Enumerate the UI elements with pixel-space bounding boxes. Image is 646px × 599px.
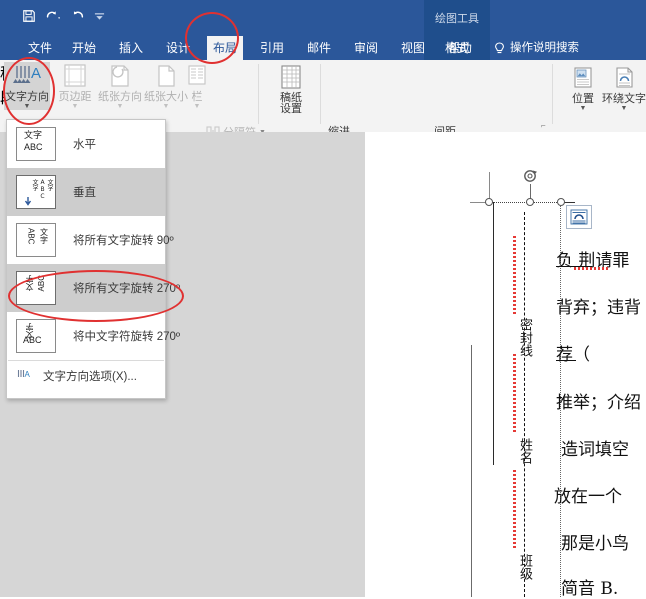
spell-error-squiggle [574,267,608,270]
title-bar: 绘图工具 [0,0,646,36]
menu-item-horizontal[interactable]: 文字 ABC 水平 [7,120,165,168]
resize-handle-top-center[interactable] [526,198,534,206]
sealing-dashed-line [524,212,525,597]
rotate-handle-icon[interactable] [522,167,540,185]
paper-size-icon [151,62,181,90]
columns-icon [182,62,212,90]
manuscript-settings-button[interactable]: 稿纸 设置 [266,64,316,115]
document-page[interactable]: 密封线 姓名 班级 负 荆请罪 背弃；违背 荐（ 推举；介绍 造词填空 放在一个… [365,132,646,599]
tell-me-label: 操作说明搜索 [510,42,579,54]
tab-view[interactable]: 视图 [395,36,431,60]
annotation-ellipse-layout-tab [185,12,239,64]
wrap-text-button[interactable]: 环绕文字 ▼ [602,64,646,112]
save-icon[interactable] [22,9,36,23]
ribbon-divider [258,64,259,124]
chevron-down-icon[interactable]: ▼ [163,103,170,110]
orientation-button[interactable]: 纸张方向 ▼ [97,62,143,110]
doc-line: 背弃；违背 [556,298,641,318]
layout-options-icon[interactable] [566,205,592,229]
chevron-down-icon[interactable]: ▼ [621,105,628,112]
margins-label: 页边距 [58,91,92,103]
quick-access-toolbar [22,9,105,23]
annotation-ellipse-rotate-270-item [8,270,184,322]
text-direction-options-icon: A [17,367,31,386]
annotation-ellipse-text-direction-button [3,57,55,125]
wrap-text-icon [609,64,639,92]
position-button[interactable]: 位置 ▼ [566,64,600,112]
spell-error-squiggle [513,470,516,548]
tab-references[interactable]: 引用 [254,36,290,60]
redo-icon[interactable] [71,9,85,23]
orientation-label: 纸张方向 [98,91,142,103]
shape-vertical-label-3: 班级 [517,554,532,580]
menu-item-vertical-label: 垂直 [73,187,96,199]
tell-me-box[interactable]: 操作说明搜索 [494,36,579,60]
position-icon [568,64,598,92]
doc-line: 荐（ [556,345,590,365]
resize-handle-top-right[interactable] [557,198,565,206]
chevron-down-icon[interactable]: ▼ [72,103,79,110]
ribbon-tab-strip: 格式 文件 开始 插入 设计 布局 引用 邮件 审阅 视图 帮助 操作说明搜索 [0,36,646,60]
columns-label: 栏 [191,91,203,103]
tab-insert[interactable]: 插入 [113,36,149,60]
tab-review[interactable]: 审阅 [348,36,384,60]
margins-button[interactable]: 页边距 ▼ [52,62,98,110]
tab-mailings[interactable]: 邮件 [301,36,337,60]
orientation-icon [105,62,135,90]
menu-item-text-direction-options-label: 文字方向选项(X)... [43,371,137,383]
undo-icon[interactable] [45,9,62,23]
menu-item-rotate-all-90[interactable]: 文字 ABC 将所有文字旋转 90º [7,216,174,264]
grid-paper-icon [276,64,306,92]
tab-home[interactable]: 开始 [66,36,102,60]
lightbulb-icon [494,41,505,55]
ribbon-divider [552,64,553,124]
margins-icon [60,62,90,90]
contextual-tab-group-label: 绘图工具 [424,0,490,36]
horizontal-text-icon: 文字 ABC [16,127,56,161]
doc-line: 造词填空 [561,440,629,460]
text-direction-menu[interactable]: 文字 ABC 水平 文字 ABC 文字 垂直 文字 ABC 将所有文字旋转 90… [6,119,180,399]
spell-error-squiggle [513,354,516,432]
chevron-down-icon[interactable]: ▼ [194,103,201,110]
spell-error-squiggle [513,236,516,314]
doc-underline [556,360,576,361]
chevron-down-icon[interactable]: ▼ [117,103,124,110]
shape-vertical-label-2: 姓名 [517,438,532,464]
ribbon-divider [320,64,321,124]
menu-item-horizontal-label: 水平 [73,139,96,151]
customize-qat-icon[interactable] [94,10,105,22]
menu-item-vertical[interactable]: 文字 ABC 文字 垂直 [7,168,165,216]
paragraph-dialog-launcher[interactable]: ⌐ [541,121,546,130]
page-margin-guide-2 [471,345,472,597]
menu-item-text-direction-options[interactable]: A 文字方向选项(X)... [7,361,165,391]
rotate-all-90-icon: 文字 ABC [16,223,56,257]
menu-item-rotate-all-90-label: 将所有文字旋转 90º [73,235,174,247]
position-label: 位置 [572,93,594,105]
menu-item-rotate-cjk-270-label: 将中文字符旋转 270º [73,331,181,343]
doc-line: 简音 B. [561,579,619,599]
doc-line: 放在一个 [554,487,622,507]
tab-help[interactable]: 帮助 [442,36,478,60]
wrap-text-label: 环绕文字 [602,93,646,105]
rotate-cjk-270-icon: 文字 ABC [16,319,56,353]
vertical-text-icon: 文字 ABC 文字 [16,175,56,209]
manuscript-settings-label: 稿纸 设置 [280,92,302,115]
doc-line: 那是小鸟 [561,534,629,554]
columns-button[interactable]: 栏 ▼ [182,62,212,110]
doc-line: 推举；介绍 [556,393,641,413]
resize-handle-top-left[interactable] [485,198,493,206]
shape-selection-frame[interactable] [489,202,561,597]
svg-text:A: A [25,370,31,379]
chevron-down-icon[interactable]: ▼ [580,105,587,112]
shape-vertical-label-1: 密封线 [517,318,532,357]
